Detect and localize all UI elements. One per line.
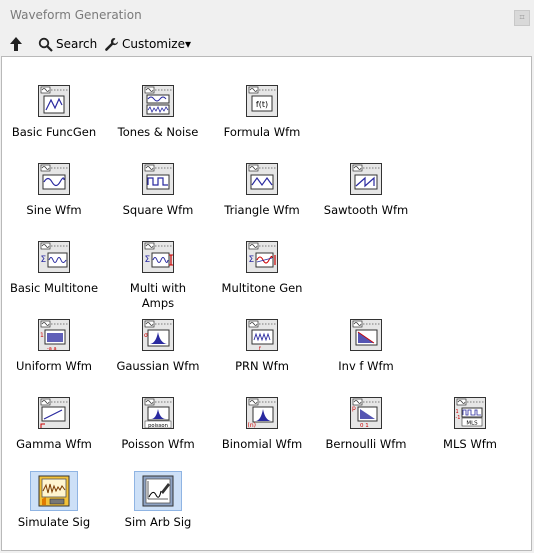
up-button[interactable] [9, 35, 23, 53]
binomial-wfm-icon: (n) [246, 397, 278, 429]
item-label: Simulate Sig [17, 515, 91, 529]
gaussian-wfm-icon: σ [142, 319, 174, 351]
bernoulli-wfm-icon: p 0 1 [350, 397, 382, 429]
item-label: Multitone Gen [221, 281, 303, 295]
svg-text:1: 1 [40, 332, 44, 339]
simulate-sig-selection [30, 471, 78, 511]
palette-item-sawtooth-wfm[interactable]: Sawtooth Wfm [314, 163, 418, 237]
svg-text:-a a: -a a [47, 346, 57, 351]
svg-text:p: p [352, 405, 356, 412]
item-label: Tones & Noise [117, 125, 199, 139]
palette-item-poisson-wfm[interactable]: poisson Poisson Wfm [106, 397, 210, 471]
svg-text:Σ: Σ [41, 255, 47, 265]
palette-item-square-wfm[interactable]: Square Wfm [106, 163, 210, 237]
prn-wfm-icon: f [246, 319, 278, 351]
mls-wfm-icon: 1 -1 MLS [454, 397, 486, 429]
uniform-wfm-icon: 1 -a a [38, 319, 70, 351]
palette-item-uniform-wfm[interactable]: 1 -a a Uniform Wfm [2, 319, 106, 393]
item-label: Formula Wfm [223, 125, 301, 139]
gamma-wfm-icon [38, 397, 70, 429]
palette-item-sine-wfm[interactable]: Sine Wfm [2, 163, 106, 237]
search-icon [38, 37, 53, 52]
basic-multitone-icon: Σ [38, 241, 70, 273]
sine-wfm-icon [38, 163, 70, 195]
palette-panel: Basic FuncGen Tones & Noise f(t) Formula… [1, 56, 532, 551]
window-title: Waveform Generation [10, 8, 142, 22]
palette-item-mls-wfm[interactable]: 1 -1 MLS MLS Wfm [418, 397, 522, 471]
item-label: Bernoulli Wfm [325, 437, 407, 451]
item-label: Triangle Wfm [224, 203, 300, 217]
item-label: MLS Wfm [443, 437, 497, 451]
svg-text:Σ: Σ [145, 255, 151, 265]
sim-arb-sig-icon [142, 475, 174, 507]
palette-item-prn-wfm[interactable]: f PRN Wfm [210, 319, 314, 393]
palette-item-multi-with-amps[interactable]: Σ Multi with Amps [106, 241, 210, 315]
sawtooth-wfm-icon [350, 163, 382, 195]
simulate-sig-icon [38, 475, 70, 507]
mls-glyph: MLS [466, 421, 478, 427]
binomial-glyph: (n) [248, 422, 256, 429]
item-label: Gamma Wfm [16, 437, 92, 451]
wrench-icon [105, 37, 118, 51]
item-label: Gaussian Wfm [116, 359, 200, 373]
svg-text:Σ: Σ [249, 255, 255, 265]
item-label: Inv f Wfm [338, 359, 394, 373]
tones-noise-icon [142, 85, 174, 117]
item-label: Square Wfm [122, 203, 194, 217]
item-label: Sine Wfm [26, 203, 82, 217]
multi-with-amps-icon: Σ [142, 241, 174, 273]
svg-text:σ: σ [144, 332, 148, 339]
item-label: Sim Arb Sig [124, 515, 192, 529]
palette-item-tones-noise[interactable]: Tones & Noise [106, 85, 210, 159]
bernoulli-glyph: 0 1 [360, 423, 369, 429]
svg-text:f: f [259, 346, 261, 351]
poisson-glyph: poisson [148, 423, 168, 429]
title-bar: Waveform Generation ⌗ [0, 0, 534, 32]
search-label: Search [56, 37, 98, 51]
palette-item-binomial-wfm[interactable]: (n) Binomial Wfm [210, 397, 314, 471]
formula-glyph: f(t) [256, 100, 268, 109]
item-label: Multi with Amps [129, 281, 187, 310]
sim-arb-sig-selection [134, 471, 182, 511]
multitone-gen-icon: Σ [246, 241, 278, 273]
basic-funcgen-icon [38, 85, 70, 117]
inv-f-wfm-icon [350, 319, 382, 351]
pin-icon[interactable]: ⌗ [514, 10, 530, 26]
palette-item-basic-funcgen[interactable]: Basic FuncGen [2, 85, 106, 159]
triangle-wfm-icon [246, 163, 278, 195]
palette-item-gaussian-wfm[interactable]: σ Gaussian Wfm [106, 319, 210, 393]
square-wfm-icon [142, 163, 174, 195]
item-label: Sawtooth Wfm [323, 203, 409, 217]
item-label: Basic Multitone [9, 281, 99, 295]
customize-label: Customize▾ [122, 37, 192, 51]
svg-text:-1: -1 [456, 415, 461, 421]
palette-item-formula-wfm[interactable]: f(t) Formula Wfm [210, 85, 314, 159]
formula-wfm-icon: f(t) [246, 85, 278, 117]
palette-item-gamma-wfm[interactable]: Gamma Wfm [2, 397, 106, 471]
palette-item-simulate-sig[interactable]: Simulate Sig [2, 471, 106, 549]
palette-item-bernoulli-wfm[interactable]: p 0 1 Bernoulli Wfm [314, 397, 418, 471]
palette-item-inv-f-wfm[interactable]: Inv f Wfm [314, 319, 418, 393]
palette-item-sim-arb-sig[interactable]: Sim Arb Sig [106, 471, 210, 549]
item-label: Uniform Wfm [16, 359, 92, 373]
toolbar: Search Customize▾ [0, 32, 534, 56]
item-label: Binomial Wfm [221, 437, 303, 451]
palette-item-triangle-wfm[interactable]: Triangle Wfm [210, 163, 314, 237]
palette-item-multitone-gen[interactable]: Σ Multitone Gen [210, 241, 314, 315]
up-arrow-icon [10, 37, 22, 51]
customize-button[interactable]: Customize▾ [104, 35, 191, 53]
poisson-wfm-icon: poisson [142, 397, 174, 429]
item-label: PRN Wfm [235, 359, 289, 373]
search-button[interactable]: Search [38, 35, 97, 53]
item-label: Basic FuncGen [11, 125, 97, 139]
item-label: Poisson Wfm [121, 437, 195, 451]
palette-item-basic-multitone[interactable]: Σ Basic Multitone [2, 241, 106, 315]
